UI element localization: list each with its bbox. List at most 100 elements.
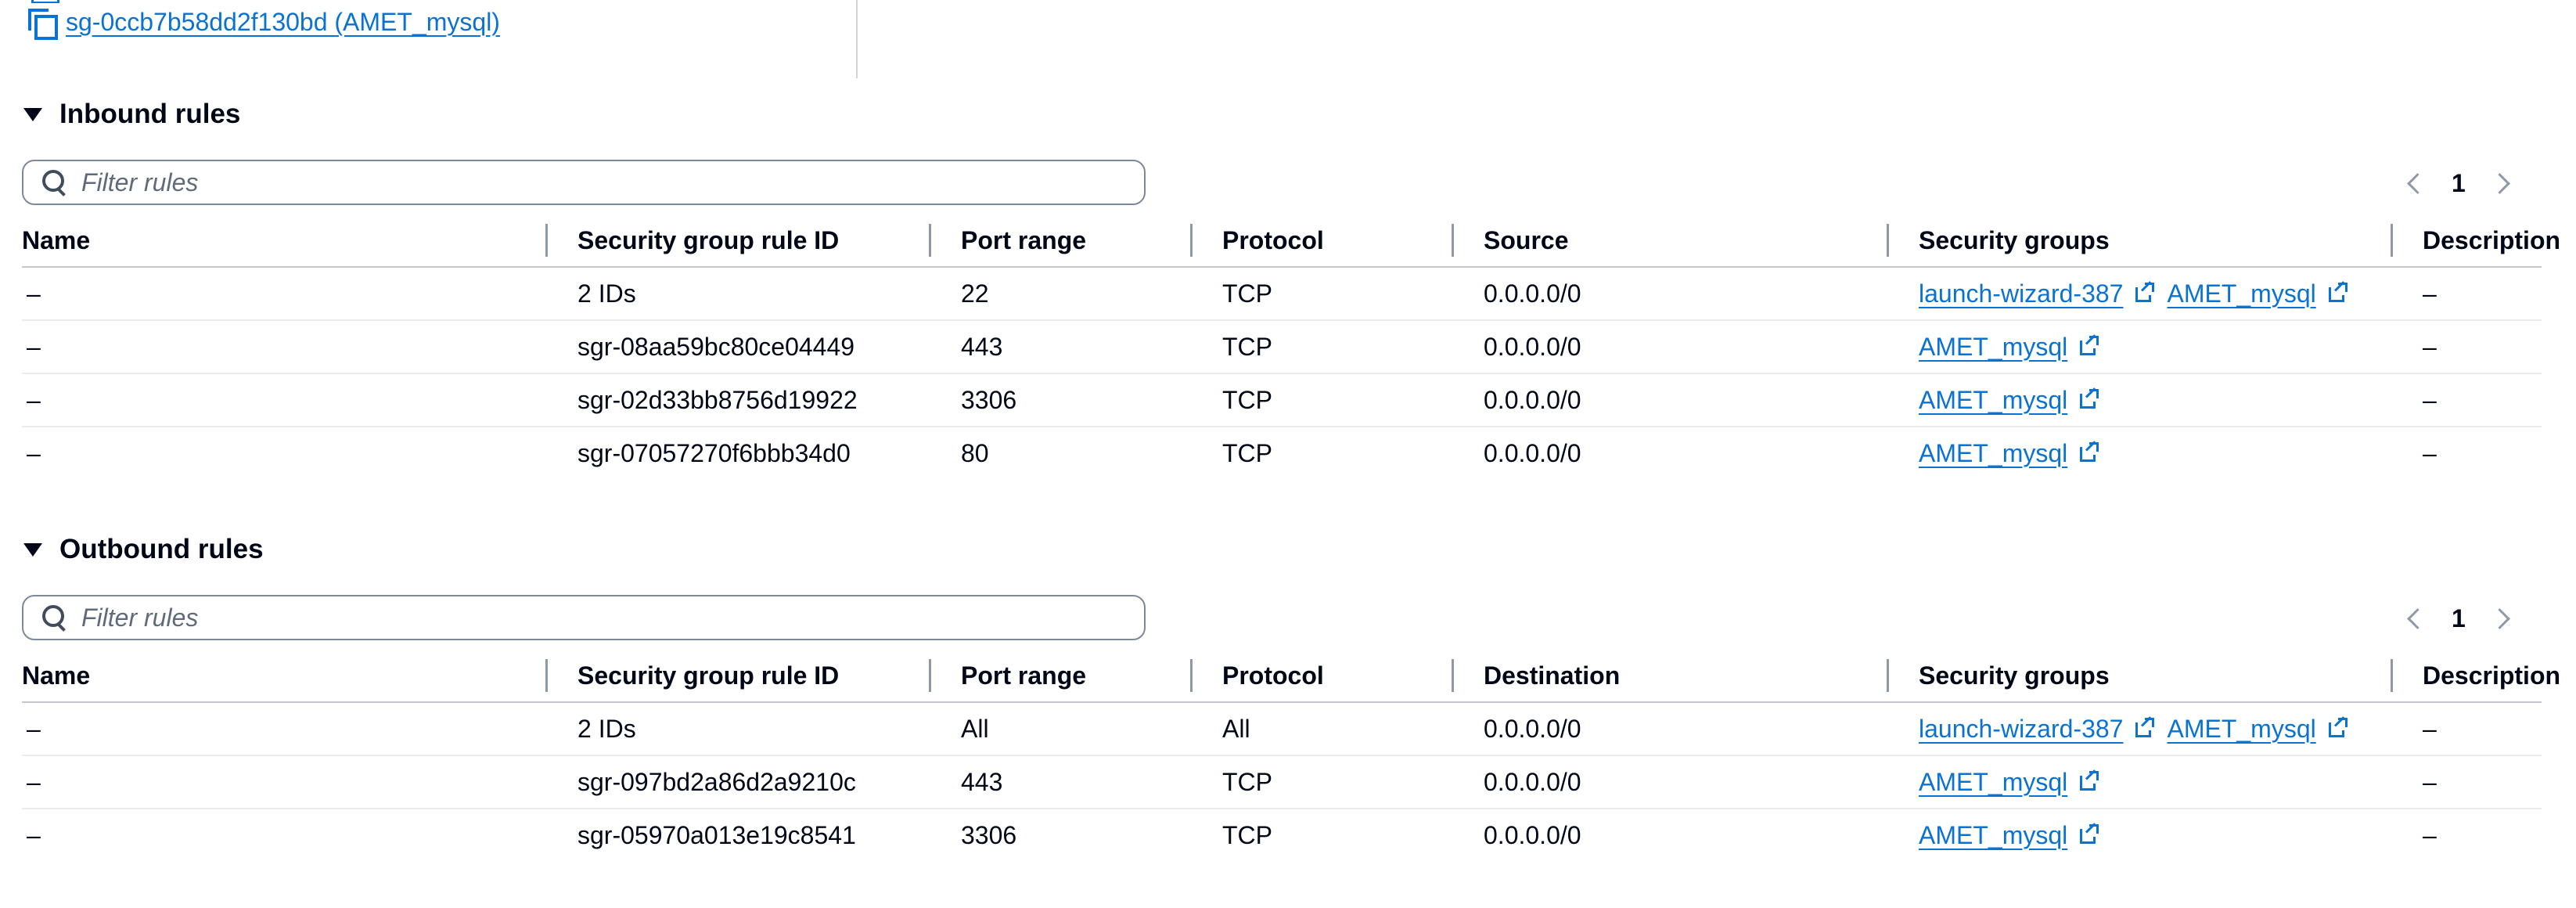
inbound-pagination: 1 (2407, 169, 2510, 198)
table-cell: – (2393, 702, 2542, 756)
table-cell: – (2393, 320, 2542, 374)
caret-down-icon[interactable] (23, 107, 42, 121)
chevron-right-icon[interactable] (2488, 608, 2510, 629)
security-group-link-group[interactable]: AMET_mysql (2167, 279, 2348, 308)
table-row: – 2 IDs 22 TCP 0.0.0.0/0 launch-wizard-387 AME… (22, 267, 2542, 321)
security-group-link-group[interactable]: AMET_mysql (1919, 439, 2100, 468)
cell-value: sgr-05970a013e19c8541 (577, 820, 856, 849)
security-group-link[interactable]: AMET_mysql (2167, 715, 2315, 744)
page-number[interactable]: 1 (2452, 604, 2466, 633)
column-header-label: Name (22, 225, 91, 254)
security-group-link-group[interactable]: AMET_mysql (1919, 333, 2100, 362)
column-header-label: Security group rule ID (577, 661, 840, 690)
cell-value: TCP (1222, 438, 1272, 467)
column-header-label: Description (2423, 661, 2561, 690)
column-header[interactable]: Port range (931, 650, 1193, 703)
column-header[interactable]: Security group rule ID (548, 650, 931, 703)
table-cell: 2 IDs (548, 267, 931, 321)
copy-icon[interactable] (28, 8, 58, 40)
chevron-left-icon[interactable] (2407, 608, 2428, 629)
inbound-filter-box[interactable] (22, 160, 1146, 205)
table-cell: 443 (931, 755, 1193, 809)
inbound-filter-input[interactable] (80, 167, 1100, 198)
outbound-filter-box[interactable] (22, 595, 1146, 640)
cell-value: TCP (1222, 820, 1272, 849)
security-group-link-group[interactable]: AMET_mysql (1919, 821, 2100, 850)
table-cell: TCP (1193, 267, 1454, 321)
column-header-label: Port range (961, 225, 1087, 254)
column-header[interactable]: Security groups (1889, 214, 2393, 268)
chevron-right-icon[interactable] (2488, 173, 2510, 194)
column-header[interactable]: Source (1454, 214, 1889, 268)
table-cell: TCP (1193, 427, 1454, 479)
table-cell: sgr-08aa59bc80ce04449 (548, 320, 931, 374)
security-group-link[interactable]: AMET_mysql (1919, 333, 2067, 362)
cell-value: 443 (961, 332, 1003, 361)
column-header[interactable]: Name (22, 650, 548, 703)
table-cell: – (2393, 267, 2542, 321)
security-group-link[interactable]: launch-wizard-387 (1919, 715, 2123, 744)
cell-value: 0.0.0.0/0 (1484, 332, 1581, 361)
column-header-label: Destination (1484, 661, 1621, 690)
external-link-icon (2078, 769, 2100, 793)
column-header[interactable]: Description (2393, 650, 2560, 703)
cell-value: All (961, 714, 989, 743)
table-cell: – (22, 267, 548, 321)
cell-value: – (2423, 820, 2437, 849)
column-header[interactable]: Description (2393, 214, 2560, 268)
security-group-link-group[interactable]: launch-wizard-387 (1919, 715, 2156, 744)
cell-value: TCP (1222, 279, 1272, 308)
column-header-label: Security group rule ID (577, 225, 840, 254)
security-group-link-group[interactable]: AMET_mysql (1919, 768, 2100, 797)
security-group-link[interactable]: AMET_mysql (1919, 768, 2067, 797)
security-group-link-group[interactable]: launch-wizard-387 (1919, 279, 2156, 308)
column-header[interactable]: Destination (1454, 650, 1889, 703)
security-group-link[interactable]: launch-wizard-387 (1919, 279, 2123, 308)
cell-value: sgr-02d33bb8756d19922 (577, 385, 858, 414)
table-cell: – (22, 427, 548, 479)
table-cell: – (2393, 373, 2542, 427)
column-header[interactable]: Security group rule ID (548, 214, 931, 268)
partial-link-above (31, 0, 438, 3)
table-cell: 22 (931, 267, 1193, 321)
table-cell: AMET_mysql (1889, 373, 2393, 427)
cell-value: – (2423, 438, 2437, 467)
column-header[interactable]: Protocol (1193, 650, 1454, 703)
cell-value: 0.0.0.0/0 (1484, 820, 1581, 849)
table-cell: 0.0.0.0/0 (1454, 267, 1889, 321)
table-cell: – (2393, 809, 2542, 861)
cell-value: – (2423, 767, 2437, 796)
caret-down-icon[interactable] (23, 542, 42, 557)
table-cell: 3306 (931, 809, 1193, 861)
inbound-rules-header[interactable]: Inbound rules (23, 99, 240, 130)
security-group-link[interactable]: AMET_mysql (1919, 821, 2067, 850)
column-header[interactable]: Name (22, 214, 548, 268)
inbound-rules-table: Name Security group rule ID Port range Prot… (22, 214, 2560, 479)
security-group-link[interactable]: AMET_mysql (1919, 386, 2067, 415)
security-group-link[interactable]: sg-0ccb7b58dd2f130bd (AMET_mysql) (66, 8, 500, 37)
outbound-rules-header[interactable]: Outbound rules (23, 534, 264, 565)
page-number[interactable]: 1 (2452, 169, 2466, 198)
column-header[interactable]: Port range (931, 214, 1193, 268)
table-cell: TCP (1193, 320, 1454, 374)
outbound-filter-input[interactable] (80, 602, 1100, 633)
external-link-icon (2327, 281, 2349, 304)
chevron-left-icon[interactable] (2407, 173, 2428, 194)
table-cell: launch-wizard-387 AMET_mysql (1889, 702, 2393, 756)
security-group-link[interactable]: AMET_mysql (2167, 279, 2315, 308)
security-group-link-row[interactable]: sg-0ccb7b58dd2f130bd (AMET_mysql) (28, 8, 500, 40)
security-group-link[interactable]: AMET_mysql (1919, 439, 2067, 468)
table-cell: – (22, 755, 548, 809)
cell-value: – (2423, 332, 2437, 361)
security-group-link-group[interactable]: AMET_mysql (1919, 386, 2100, 415)
security-group-link-group[interactable]: AMET_mysql (2167, 715, 2348, 744)
table-cell: sgr-07057270f6bbb34d0 (548, 427, 931, 479)
section-title: Outbound rules (59, 534, 264, 564)
column-header[interactable]: Protocol (1193, 214, 1454, 268)
cell-value: 80 (961, 438, 989, 467)
table-cell: sgr-05970a013e19c8541 (548, 809, 931, 861)
cell-value: – (27, 820, 41, 849)
column-header[interactable]: Security groups (1889, 650, 2393, 703)
external-link-icon (2078, 441, 2100, 464)
cell-value: 3306 (961, 820, 1017, 849)
